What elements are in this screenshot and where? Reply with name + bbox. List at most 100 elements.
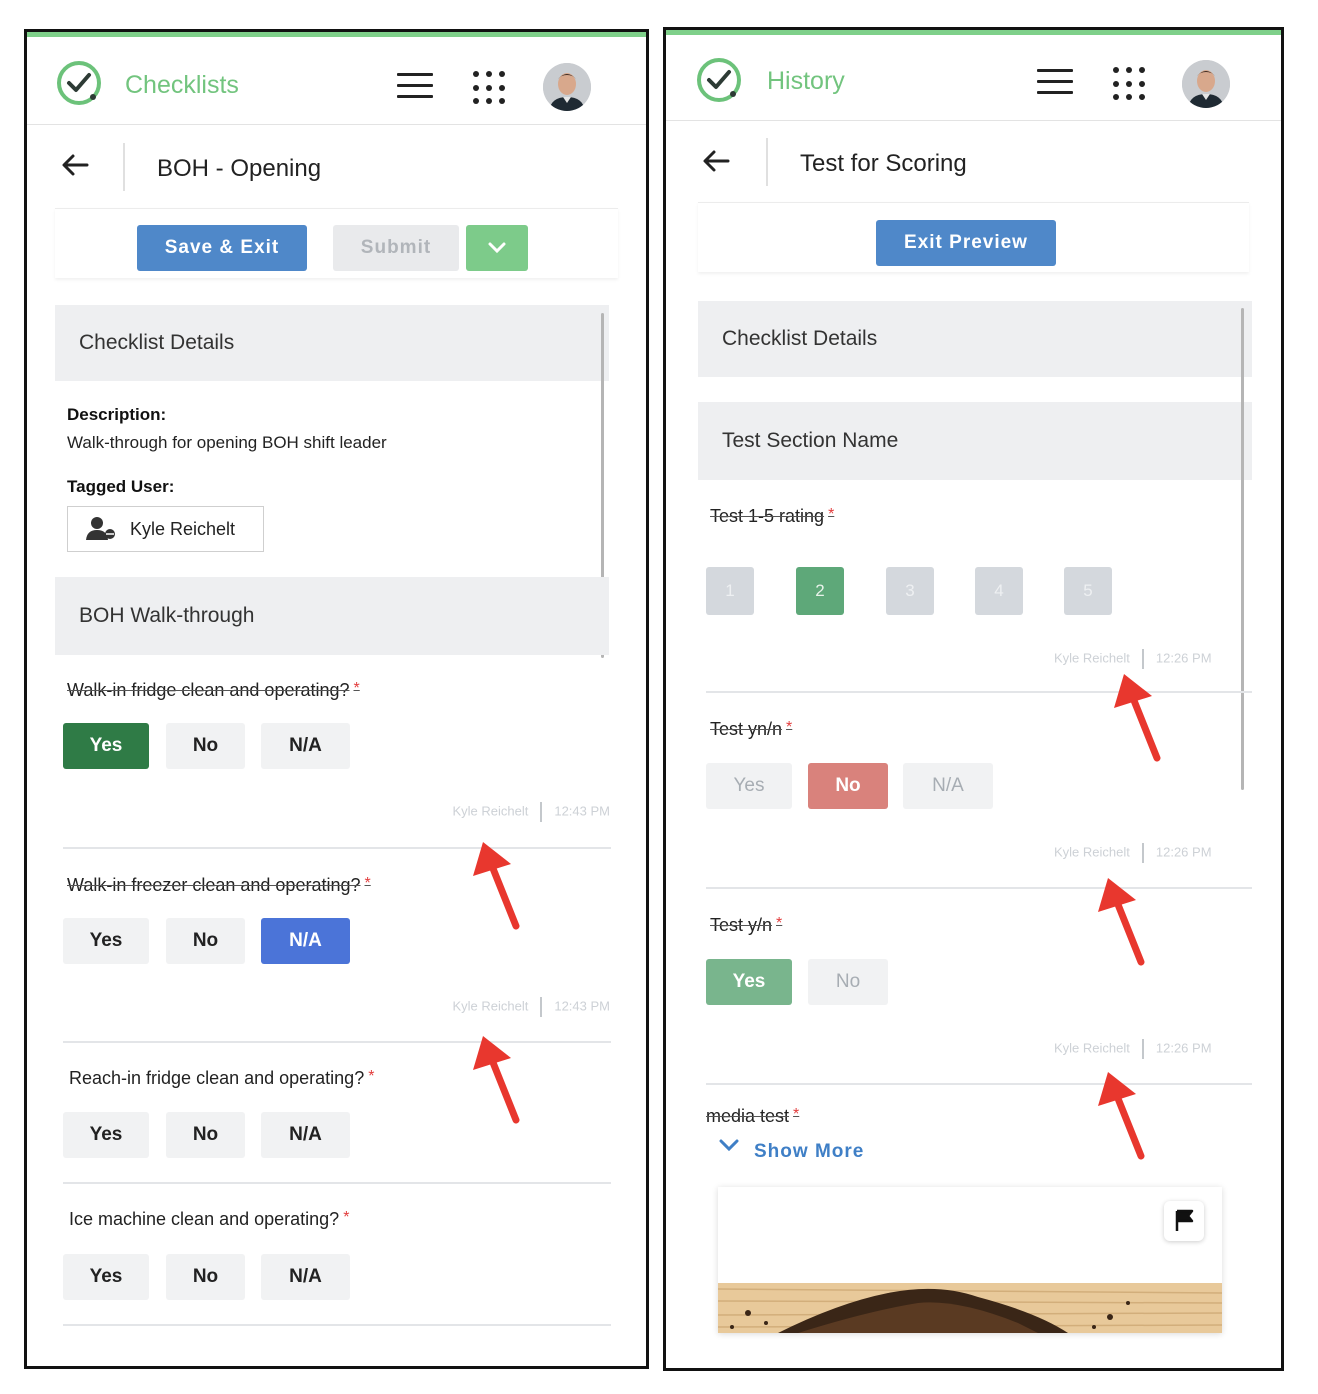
flag-button[interactable] (1164, 1201, 1204, 1241)
checklist-details-header[interactable]: Checklist Details (698, 301, 1252, 377)
response-time: 12:26 PM (1155, 1040, 1212, 1056)
apps-grid-icon[interactable] (1113, 67, 1147, 101)
response-time: 12:43 PM (554, 803, 610, 819)
answer-na-button[interactable]: N/A (261, 1254, 350, 1300)
chevron-down-icon[interactable] (718, 1138, 740, 1154)
question-text: media test (706, 1106, 790, 1126)
page-title: BOH - Opening (157, 155, 322, 182)
responder-name: Kyle Reichelt (1054, 1040, 1130, 1056)
question-text: Test y/n (710, 915, 773, 935)
question-text: Reach-in fridge clean and operating? (69, 1068, 365, 1088)
required-marker: * (364, 875, 371, 892)
required-marker: * (343, 1209, 350, 1226)
answer-yes-button[interactable]: Yes (63, 1254, 149, 1300)
app-title: Checklists (125, 71, 239, 99)
avatar[interactable] (1182, 60, 1230, 108)
rating-5-button[interactable]: 5 (1064, 567, 1112, 615)
hamburger-menu-icon[interactable] (397, 73, 433, 99)
answer-yes-button[interactable]: Yes (706, 959, 792, 1005)
divider (706, 1083, 1252, 1085)
back-arrow-icon[interactable] (698, 143, 734, 179)
response-meta: Kyle Reichelt 12:26 PM (1054, 649, 1212, 669)
boh-walkthrough-section[interactable]: BOH Walk-through (55, 577, 609, 655)
scrollbar[interactable] (1241, 308, 1244, 790)
history-screen: History Test for Scoring Exit Preview Ch… (663, 27, 1284, 1371)
question-reachin-fridge: Reach-in fridge clean and operating? * (69, 1068, 374, 1089)
check-circle-logo-icon (55, 59, 103, 107)
annotation-arrow (469, 840, 527, 930)
tagged-user-name: Kyle Reichelt (130, 518, 236, 539)
description-text: Walk-through for opening BOH shift leade… (67, 433, 387, 452)
responder-name: Kyle Reichelt (1054, 650, 1130, 666)
divider (63, 1324, 611, 1326)
response-time: 12:26 PM (1155, 650, 1212, 666)
media-attachment-card[interactable] (718, 1187, 1222, 1333)
question-walkin-fridge: Walk-in fridge clean and operating? * (67, 680, 360, 701)
user-icon (86, 517, 115, 540)
question-text: Walk-in fridge clean and operating? (67, 680, 350, 700)
response-meta: Kyle Reichelt 12:43 PM (452, 997, 610, 1017)
answer-yes-button[interactable]: Yes (63, 723, 149, 769)
annotation-arrow (1094, 876, 1152, 966)
page-header: BOH - Opening (27, 125, 646, 213)
question-yn: Test y/n * (710, 915, 782, 936)
responder-name: Kyle Reichelt (452, 803, 529, 819)
avatar[interactable] (543, 63, 591, 111)
page-title: Test for Scoring (800, 150, 967, 177)
rating-1-button[interactable]: 1 (706, 567, 754, 615)
hamburger-menu-icon[interactable] (1037, 69, 1073, 95)
answer-no-button[interactable]: No (166, 918, 245, 964)
answer-no-button[interactable]: No (808, 763, 888, 809)
answer-na-button[interactable]: N/A (261, 1112, 350, 1158)
action-bar: Exit Preview (698, 202, 1249, 272)
question-walkin-freezer: Walk-in freezer clean and operating? * (67, 875, 371, 896)
tagged-user-chip[interactable]: Kyle Reichelt (67, 506, 264, 552)
exit-preview-button[interactable]: Exit Preview (876, 220, 1056, 266)
checklist-details-header[interactable]: Checklist Details (55, 305, 609, 381)
show-more-link[interactable]: Show More (754, 1141, 864, 1163)
answer-yes-button[interactable]: Yes (63, 1112, 149, 1158)
required-marker: * (368, 1068, 375, 1085)
app-header: Checklists (27, 37, 646, 125)
responder-name: Kyle Reichelt (452, 998, 529, 1014)
answer-na-button[interactable]: N/A (903, 763, 993, 809)
response-time: 12:26 PM (1155, 844, 1212, 860)
media-thumbnail[interactable] (718, 1283, 1222, 1333)
save-exit-button[interactable]: Save & Exit (137, 225, 307, 271)
answer-yes-button[interactable]: Yes (63, 918, 149, 964)
rating-4-button[interactable]: 4 (975, 567, 1023, 615)
question-text: Walk-in freezer clean and operating? (67, 875, 361, 895)
answer-yes-button[interactable]: Yes (706, 763, 792, 809)
responder-name: Kyle Reichelt (1054, 844, 1130, 860)
response-meta: Kyle Reichelt 12:43 PM (452, 802, 610, 822)
chevron-down-icon (488, 242, 506, 254)
apps-grid-icon[interactable] (473, 71, 507, 105)
question-yn-n: Test yn/n * (710, 719, 792, 740)
page-header: Test for Scoring (666, 120, 1281, 208)
answer-no-button[interactable]: No (166, 723, 245, 769)
app-title: History (767, 67, 845, 95)
answer-no-button[interactable]: No (166, 1254, 245, 1300)
test-section-header[interactable]: Test Section Name (698, 402, 1252, 480)
submit-button[interactable]: Submit (333, 225, 459, 271)
divider (63, 1182, 611, 1184)
checklist-screen: Checklists BOH - Opening Save & Exit Sub… (24, 29, 649, 1369)
answer-no-button[interactable]: No (808, 959, 888, 1005)
divider (63, 847, 611, 849)
question-text: Test yn/n (710, 719, 783, 739)
submit-options-dropdown[interactable] (466, 225, 528, 271)
response-meta: Kyle Reichelt 12:26 PM (1054, 1039, 1212, 1059)
answer-no-button[interactable]: No (166, 1112, 245, 1158)
check-circle-logo-icon (695, 56, 743, 104)
rating-3-button[interactable]: 3 (886, 567, 934, 615)
question-ice-machine: Ice machine clean and operating? * (69, 1209, 349, 1230)
question-text: Test 1-5 rating (710, 506, 825, 526)
action-bar: Save & Exit Submit (55, 208, 618, 278)
answer-na-button[interactable]: N/A (261, 723, 350, 769)
back-arrow-icon[interactable] (57, 147, 93, 183)
answer-na-button[interactable]: N/A (261, 918, 350, 964)
rating-2-button[interactable]: 2 (796, 567, 844, 615)
required-marker: * (793, 1106, 800, 1123)
question-media: media test * (706, 1106, 799, 1127)
annotation-arrow (469, 1034, 527, 1124)
